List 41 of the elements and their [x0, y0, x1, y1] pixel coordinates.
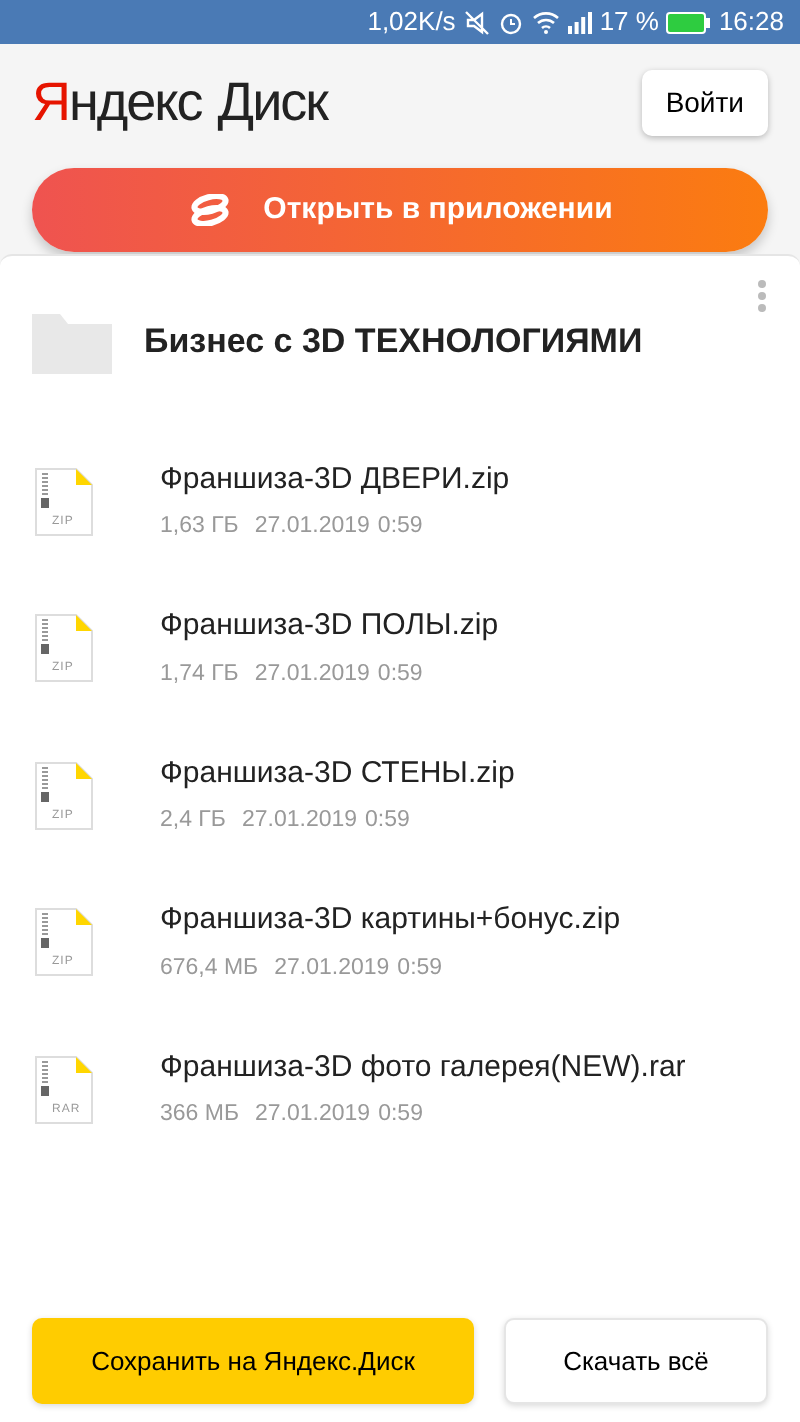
download-all-button[interactable]: Скачать всё — [504, 1318, 768, 1404]
archive-sheet-icon — [32, 614, 96, 683]
logo-product: Диск — [217, 75, 327, 129]
network-speed: 1,02K/s — [367, 4, 456, 41]
archive-sheet-icon — [32, 1055, 96, 1124]
battery-percent: 17 % — [599, 4, 659, 41]
file-time: 0:59 — [365, 806, 410, 837]
save-to-disk-button[interactable]: Сохранить на Яндекс.Диск — [32, 1318, 474, 1404]
more-icon — [756, 277, 768, 314]
file-size: 676,4 МБ — [160, 953, 259, 984]
logo-brand: Яндекс — [32, 75, 202, 129]
file-time: 0:59 — [377, 512, 423, 543]
file-name: Франшиза-3D ПОЛЫ.zip — [160, 606, 499, 647]
file-size: 2,4 ГБ — [160, 806, 226, 837]
file-date: 27.01.2019 — [255, 1100, 371, 1131]
file-size: 366 МБ — [160, 1100, 240, 1131]
folder-title: Бизнес с 3D ТЕХНОЛОГИЯМИ — [144, 320, 645, 365]
login-button[interactable]: Войти — [641, 69, 768, 135]
wifi-icon — [531, 10, 560, 34]
file-name: Франшиза-3D ДВЕРИ.zip — [160, 459, 510, 500]
file-name: Франшиза-3D СТЕНЫ.zip — [160, 753, 515, 794]
file-size: 1,74 ГБ — [160, 659, 239, 690]
archive-sheet-icon — [32, 467, 96, 536]
file-time: 0:59 — [377, 659, 423, 690]
file-name: Франшиза-3D фото галерея(NEW).rar — [160, 1047, 686, 1088]
alarm-icon — [497, 9, 524, 35]
app-logo-icon — [187, 194, 232, 226]
file-date: 27.01.2019 — [254, 659, 370, 690]
file-date: 27.01.2019 — [254, 512, 370, 543]
signal-icon — [567, 11, 592, 33]
clock: 16:28 — [718, 4, 784, 41]
file-name: Франшиза-3D картины+бонус.zip — [160, 900, 621, 941]
archive-sheet-icon — [32, 908, 96, 977]
file-date: 27.01.2019 — [274, 953, 390, 984]
file-time: 0:59 — [397, 953, 443, 984]
mute-icon — [463, 9, 490, 35]
file-size: 1,63 ГБ — [160, 512, 239, 543]
archive-sheet-icon — [32, 761, 96, 830]
battery-icon — [666, 11, 711, 33]
file-time: 0:59 — [378, 1100, 423, 1131]
file-date: 27.01.2019 — [241, 806, 358, 837]
